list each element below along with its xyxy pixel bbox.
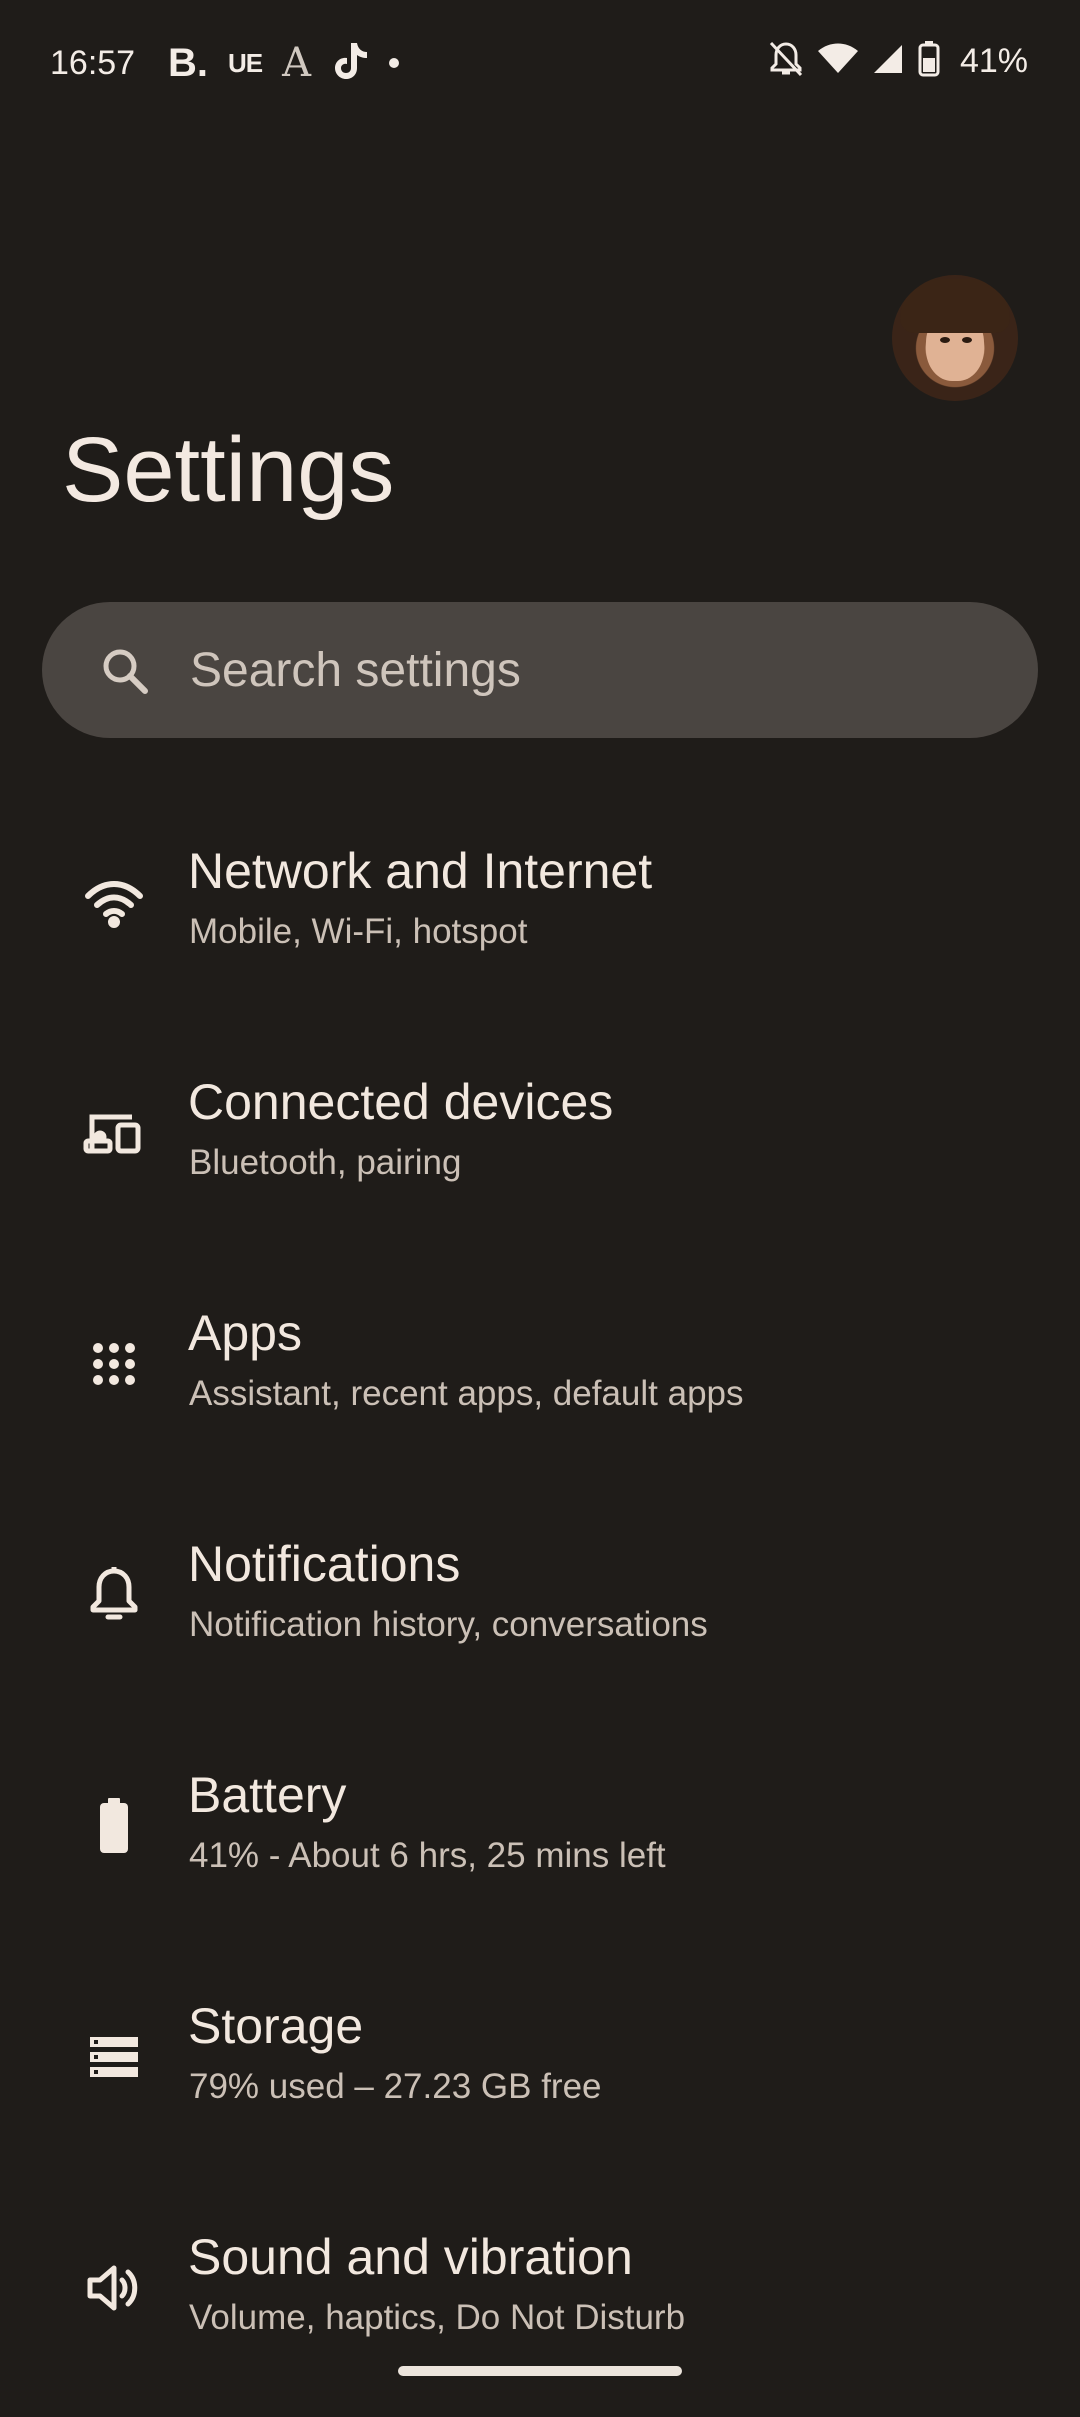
battery-icon <box>918 41 940 82</box>
settings-item-storage[interactable]: Storage 79% used – 27.23 GB free <box>0 1955 1080 2186</box>
settings-item-title: Storage <box>188 1998 364 2054</box>
settings-item-network[interactable]: Network and Internet Mobile, Wi-Fi, hots… <box>0 800 1080 1031</box>
status-bar: 16:57 B. UE A 41% <box>0 0 1080 130</box>
settings-item-connected-devices[interactable]: Connected devices Bluetooth, pairing <box>0 1031 1080 1262</box>
settings-item-title: Battery <box>188 1767 347 1823</box>
search-icon <box>100 646 150 696</box>
connected-devices-icon <box>82 1101 146 1165</box>
settings-item-apps[interactable]: Apps Assistant, recent apps, default app… <box>0 1262 1080 1493</box>
settings-item-sound[interactable]: Sound and vibration Volume, haptics, Do … <box>0 2186 1080 2417</box>
speaker-icon <box>82 2256 146 2320</box>
settings-item-subtitle: 41% - About 6 hrs, 25 mins left <box>189 1836 666 1875</box>
settings-item-title: Apps <box>188 1305 302 1361</box>
status-time: 16:57 <box>50 44 136 82</box>
battery-icon <box>82 1794 146 1858</box>
notification-icons: B. UE A <box>168 40 400 86</box>
wifi-icon <box>82 870 146 934</box>
settings-item-notifications[interactable]: Notifications Notification history, conv… <box>0 1493 1080 1724</box>
settings-item-subtitle: Volume, haptics, Do Not Disturb <box>189 2298 686 2337</box>
settings-item-subtitle: Mobile, Wi-Fi, hotspot <box>189 912 528 951</box>
mute-bell-icon <box>768 40 804 83</box>
settings-item-subtitle: Assistant, recent apps, default apps <box>189 1374 744 1413</box>
search-bar[interactable]: Search settings <box>42 602 1038 738</box>
battery-percent: 41% <box>959 42 1028 80</box>
settings-item-title: Sound and vibration <box>188 2229 633 2285</box>
font-a-icon: A <box>282 40 312 86</box>
wifi-icon <box>817 43 858 80</box>
storage-icon <box>82 2025 146 2089</box>
settings-item-title: Network and Internet <box>188 843 653 899</box>
profile-avatar[interactable] <box>892 275 1018 401</box>
page-title: Settings <box>62 419 395 521</box>
more-dot-icon <box>389 58 400 68</box>
tiktok-icon <box>331 41 369 86</box>
system-icons: 41% <box>768 40 1028 83</box>
search-placeholder: Search settings <box>190 644 521 697</box>
apps-grid-icon <box>82 1332 146 1396</box>
settings-item-subtitle: 79% used – 27.23 GB free <box>189 2067 602 2106</box>
bell-icon <box>82 1563 146 1627</box>
settings-item-battery[interactable]: Battery 41% - About 6 hrs, 25 mins left <box>0 1724 1080 1955</box>
booking-icon: B. <box>168 40 208 85</box>
settings-item-subtitle: Bluetooth, pairing <box>189 1143 462 1182</box>
signal-icon <box>872 43 904 80</box>
settings-item-title: Connected devices <box>188 1074 614 1130</box>
ue-icon: UE <box>228 47 263 78</box>
settings-item-title: Notifications <box>188 1536 461 1592</box>
gesture-nav-handle[interactable] <box>398 2366 682 2376</box>
settings-list: Network and Internet Mobile, Wi-Fi, hots… <box>0 800 1080 2417</box>
settings-item-subtitle: Notification history, conversations <box>189 1605 708 1644</box>
